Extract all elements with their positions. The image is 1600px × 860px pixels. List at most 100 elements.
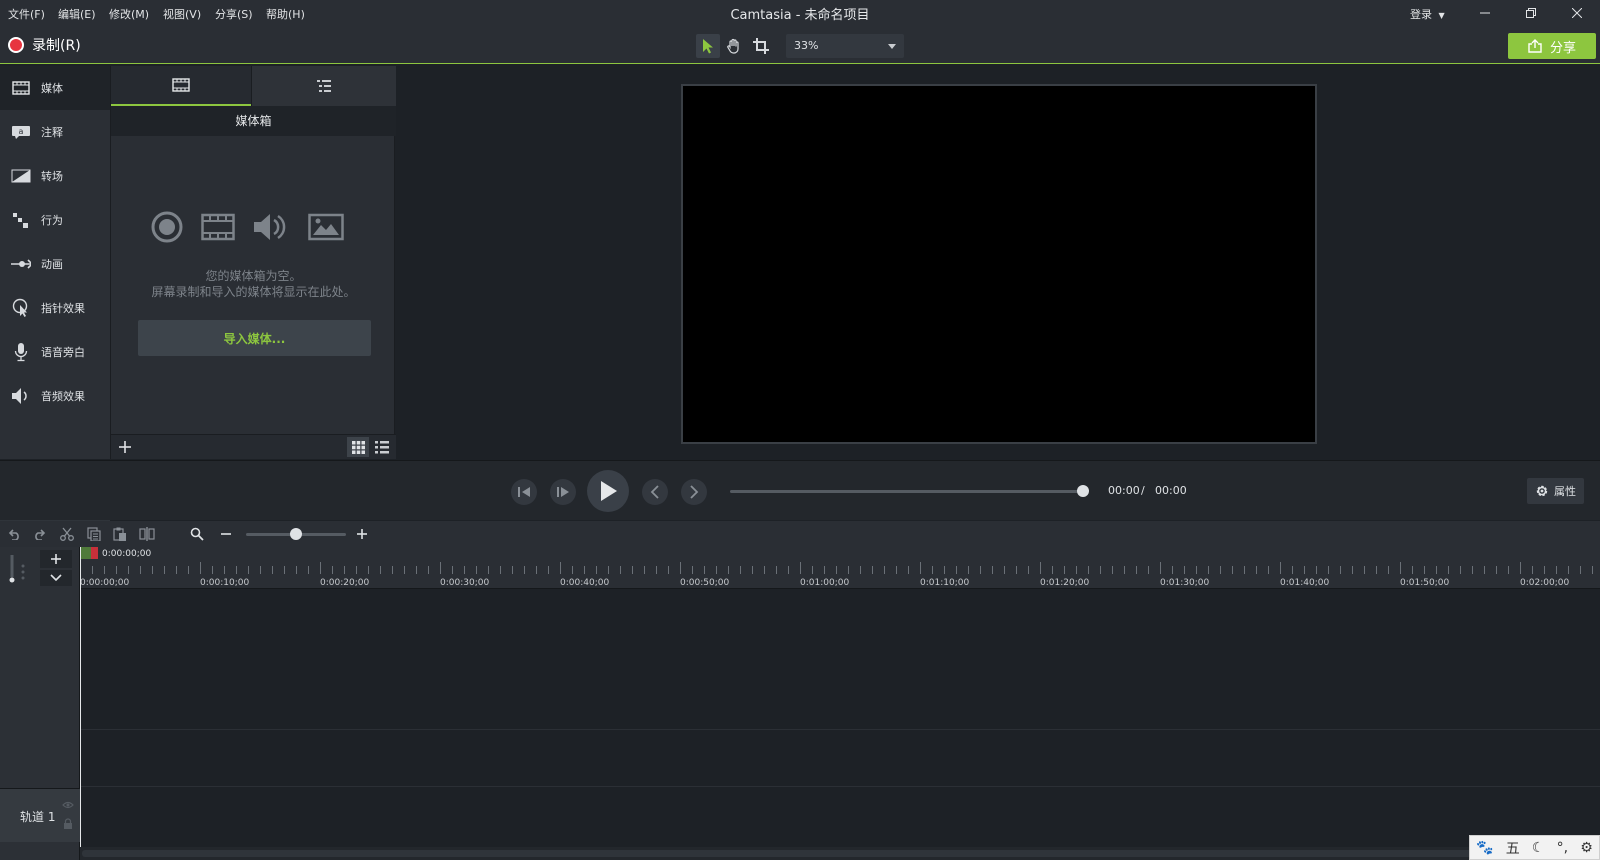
playhead-handle[interactable] — [80, 547, 100, 559]
share-button[interactable]: 分享 — [1508, 33, 1596, 59]
zoom-fit-button[interactable] — [187, 524, 207, 544]
chevron-down-icon — [50, 574, 62, 582]
redo-icon — [35, 529, 46, 540]
preview-canvas[interactable] — [681, 84, 1317, 444]
sidebar-item-cursor-effects[interactable]: 指针效果 — [0, 286, 110, 330]
zoom-in-button[interactable] — [352, 524, 372, 544]
sidebar-item-animations[interactable]: 动画 — [0, 242, 110, 286]
sidebar-item-voice-narration[interactable]: 语音旁白 — [0, 330, 110, 374]
previous-clip-button[interactable] — [642, 479, 668, 505]
track-divider — [80, 786, 1600, 787]
eye-icon[interactable] — [62, 801, 74, 809]
properties-button[interactable]: 属性 — [1527, 478, 1584, 504]
step-forward-button[interactable] — [550, 479, 576, 505]
sidebar-item-transitions[interactable]: 转场 — [0, 154, 110, 198]
undo-button[interactable] — [4, 524, 24, 544]
empty-bin-hint: 屏幕录制和导入的媒体将显示在此处。 — [151, 285, 356, 299]
collapse-tracks-button[interactable] — [40, 570, 72, 586]
paste-button[interactable] — [110, 524, 130, 544]
crop-tool-button[interactable] — [749, 34, 773, 58]
tab-media-bin[interactable] — [111, 66, 251, 106]
playhead-line — [80, 547, 81, 847]
sidebar-item-annotations[interactable]: a 注释 — [0, 110, 110, 154]
ruler-label: 0:01:00;00 — [800, 578, 850, 588]
film-icon — [201, 213, 235, 241]
lock-icon[interactable] — [63, 818, 73, 829]
scrub-bar[interactable] — [730, 490, 1083, 493]
scrollbar-thumb[interactable] — [82, 850, 1542, 857]
sidebar-item-label: 动画 — [41, 258, 63, 271]
media-bin-title: 媒体箱 — [111, 106, 396, 136]
punctuation-icon[interactable]: °, — [1557, 840, 1568, 856]
restore-button[interactable] — [1509, 0, 1553, 26]
menu-view[interactable]: 视图(V) — [163, 6, 201, 22]
time-separator: / — [1141, 484, 1145, 497]
paw-icon[interactable]: 🐾 — [1476, 840, 1493, 856]
speaker-icon — [254, 214, 286, 240]
ruler-label: 0:01:20;00 — [1040, 578, 1090, 588]
add-track-button[interactable] — [40, 550, 72, 568]
microphone-icon — [11, 342, 31, 362]
moon-icon[interactable]: ☾ — [1532, 840, 1545, 856]
magnet-icon[interactable] — [8, 553, 28, 585]
redo-button[interactable] — [30, 524, 50, 544]
sidebar-item-label: 注释 — [41, 126, 63, 139]
minus-icon — [221, 533, 231, 535]
scrub-handle[interactable] — [1077, 485, 1089, 497]
sidebar-item-label: 语音旁白 — [41, 346, 85, 359]
menu-share[interactable]: 分享(S) — [215, 6, 253, 22]
ruler-label: 0:00:00;00 — [80, 578, 130, 588]
menu-modify[interactable]: 修改(M) — [109, 6, 149, 22]
current-time: 00:00 — [1108, 484, 1140, 497]
record-button[interactable]: 录制(R) — [8, 35, 81, 55]
close-button[interactable] — [1555, 0, 1599, 26]
ime-toolbar: 🐾 五 ☾ °, ⚙ — [1469, 835, 1600, 860]
crop-icon — [753, 38, 769, 54]
sidebar-item-media[interactable]: 媒体 — [0, 66, 110, 110]
import-media-button[interactable]: 导入媒体... — [138, 320, 371, 356]
minimize-icon — [1480, 12, 1490, 14]
gear-icon[interactable]: ⚙ — [1580, 840, 1593, 856]
menu-file[interactable]: 文件(F) — [8, 6, 45, 22]
menu-bar: 文件(F) 编辑(E) 修改(M) 视图(V) 分享(S) 帮助(H) Camt… — [0, 0, 1600, 26]
sidebar-item-behaviors[interactable]: 行为 — [0, 198, 110, 242]
list-icon — [375, 440, 389, 453]
menu-edit[interactable]: 编辑(E) — [58, 6, 96, 22]
plus-icon — [357, 529, 367, 539]
login-menu[interactable]: 登录 ▼ — [1410, 6, 1445, 22]
next-clip-button[interactable] — [681, 479, 707, 505]
select-tool-button[interactable] — [696, 34, 720, 58]
list-view-button[interactable] — [371, 437, 393, 457]
timeline-scrollbar[interactable] — [80, 847, 1600, 860]
menu-help[interactable]: 帮助(H) — [266, 6, 305, 22]
minimize-button[interactable] — [1463, 0, 1507, 26]
play-button[interactable] — [587, 470, 629, 512]
split-button[interactable] — [137, 524, 157, 544]
zoom-select[interactable]: 33% — [786, 34, 904, 58]
track-1-label: 轨道 1 — [20, 810, 56, 824]
ruler-label: 0:01:10;00 — [920, 578, 970, 588]
search-icon — [190, 527, 204, 541]
timeline-tracks[interactable] — [80, 589, 1600, 847]
zoom-out-button[interactable] — [216, 524, 236, 544]
cut-button[interactable] — [57, 524, 77, 544]
copy-button[interactable] — [84, 524, 104, 544]
properties-label: 属性 — [1554, 485, 1576, 498]
step-back-button[interactable] — [511, 479, 537, 505]
timeline-ruler[interactable]: 0:00:00;00 0:00:00;00 0:00:10;00 0:00:20;0… — [80, 547, 1600, 589]
grid-view-button[interactable] — [347, 437, 369, 457]
track-1-header[interactable]: 轨道 1 — [0, 788, 80, 842]
sidebar-item-label: 行为 — [41, 214, 63, 227]
svg-text:a: a — [19, 127, 24, 136]
speaker-icon — [11, 386, 31, 406]
tab-library[interactable] — [251, 66, 396, 106]
ime-mode[interactable]: 五 — [1506, 838, 1520, 858]
sidebar-item-audio-effects[interactable]: 音频效果 — [0, 374, 110, 418]
film-icon — [172, 78, 190, 92]
pan-tool-button[interactable] — [722, 34, 746, 58]
share-label: 分享 — [1549, 40, 1576, 56]
behavior-icon — [11, 210, 31, 230]
timeline-zoom-handle[interactable] — [290, 528, 302, 540]
add-button[interactable] — [115, 437, 135, 457]
media-panel-footer — [111, 434, 396, 459]
